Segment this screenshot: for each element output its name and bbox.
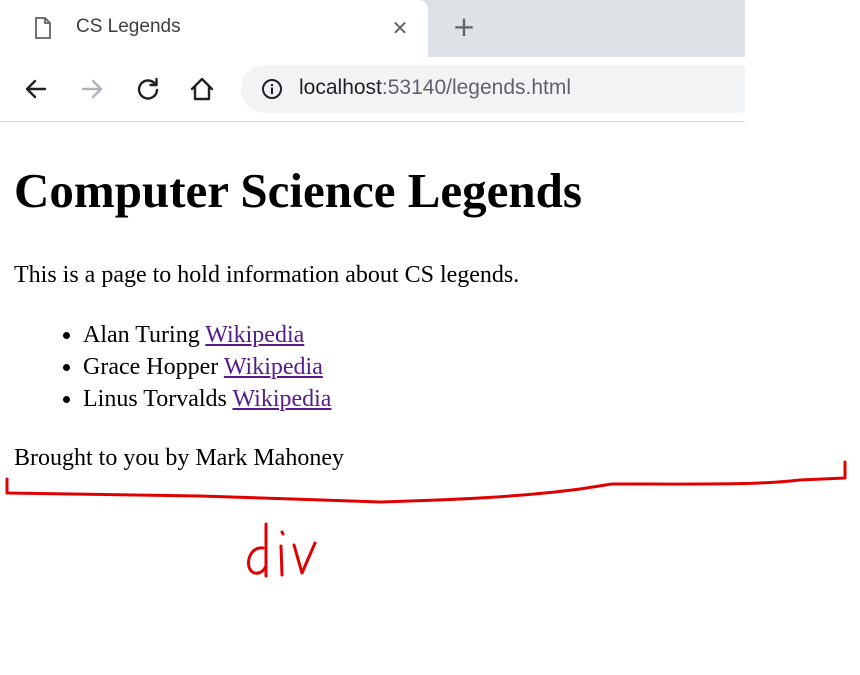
reload-icon[interactable] [133,74,163,104]
address-bar[interactable]: localhost:53140/legends.html [241,65,761,113]
url-path: :53140/legends.html [381,76,572,99]
legend-name: Linus Torvalds [83,386,227,412]
footer-text: Brought to you by Mark Mahoney [14,445,344,471]
list-item: Alan Turing Wikipedia [83,319,331,351]
legend-name: Alan Turing [83,322,200,348]
wikipedia-link[interactable]: Wikipedia [205,322,304,348]
list-item: Grace Hopper Wikipedia [83,351,331,383]
intro-paragraph: This is a page to hold information about… [14,262,520,288]
url-host: localhost [299,76,382,99]
tab-strip: CS Legends ✕ + [0,0,745,57]
legends-list: Alan Turing Wikipedia Grace Hopper Wikip… [14,319,331,415]
screenshot-blank-area [745,0,860,122]
legend-name: Grace Hopper [83,354,219,380]
plus-icon[interactable]: + [449,12,479,42]
url-text[interactable]: localhost:53140/legends.html [299,76,571,100]
wikipedia-link[interactable]: Wikipedia [232,386,331,412]
page-title: Computer Science Legends [14,163,582,218]
page-icon [35,17,51,39]
home-icon[interactable] [187,74,217,104]
info-icon[interactable] [261,78,283,100]
tab-cs-legends[interactable]: CS Legends ✕ [0,0,428,57]
browser-toolbar: localhost:53140/legends.html [0,57,761,122]
tab-title: CS Legends [76,16,181,37]
forward-arrow-icon[interactable] [77,74,107,104]
back-arrow-icon[interactable] [21,74,51,104]
annotation-label-div [247,522,317,578]
wikipedia-link[interactable]: Wikipedia [224,354,323,380]
list-item: Linus Torvalds Wikipedia [83,383,331,415]
close-icon[interactable]: ✕ [388,16,412,40]
